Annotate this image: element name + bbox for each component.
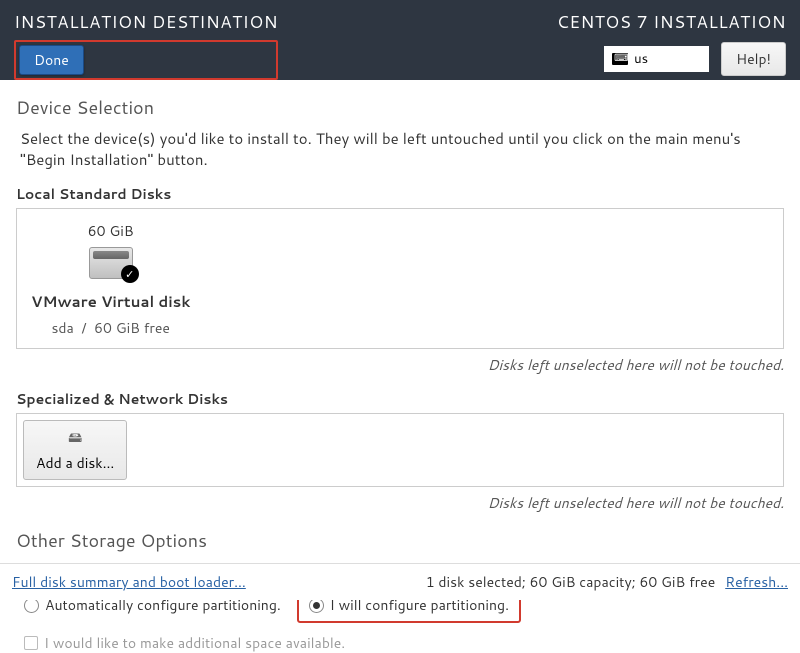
network-disks-hint: Disks left unselected here will not be t… [16, 493, 784, 513]
disk-icon-wrap [89, 247, 133, 279]
header-bar: INSTALLATION DESTINATION Done CENTOS 7 I… [0, 0, 800, 80]
done-highlight: Done [14, 40, 278, 80]
keyboard-layout-indicator[interactable]: us [604, 46, 709, 72]
refresh-link[interactable]: Refresh... [725, 572, 788, 592]
disk-size: 60 GiB [88, 221, 134, 241]
page-title: INSTALLATION DESTINATION [14, 10, 278, 34]
footer-status: 1 disk selected; 60 GiB capacity; 60 GiB… [426, 572, 716, 592]
local-disks-hint: Disks left unselected here will not be t… [16, 355, 784, 375]
reclaim-label: I would like to make additional space av… [44, 633, 345, 653]
disk-name: VMware Virtual disk [31, 291, 190, 312]
device-selection-heading: Device Selection [16, 94, 784, 120]
keyboard-icon [612, 53, 628, 65]
done-button[interactable]: Done [19, 45, 84, 75]
checkbox-icon [24, 636, 38, 650]
installer-title: CENTOS 7 INSTALLATION [557, 10, 786, 34]
disk-summary-link[interactable]: Full disk summary and boot loader... [12, 572, 246, 592]
disk-details: sda / 60 GiB free [51, 318, 169, 338]
reclaim-space-option: I would like to make additional space av… [24, 633, 784, 653]
footer-bar: Full disk summary and boot loader... 1 d… [0, 563, 800, 600]
local-disks-container: 60 GiB VMware Virtual disk sda / 60 GiB … [16, 208, 784, 349]
storage-options-heading: Other Storage Options [16, 527, 784, 553]
check-icon [121, 265, 139, 283]
local-disks-label: Local Standard Disks [16, 184, 784, 204]
disk-item[interactable]: 60 GiB VMware Virtual disk sda / 60 GiB … [31, 221, 190, 338]
network-disks-container: 🖴 Add a disk... [16, 413, 784, 487]
network-disks-label: Specialized & Network Disks [16, 389, 784, 409]
add-disk-label: Add a disk... [36, 453, 114, 473]
keyboard-layout-text: us [634, 50, 648, 68]
help-button[interactable]: Help! [721, 42, 786, 76]
add-disk-icon: 🖴 [68, 427, 82, 451]
add-disk-button[interactable]: 🖴 Add a disk... [23, 420, 127, 480]
instructions-text: Select the device(s) you'd like to insta… [20, 128, 780, 170]
